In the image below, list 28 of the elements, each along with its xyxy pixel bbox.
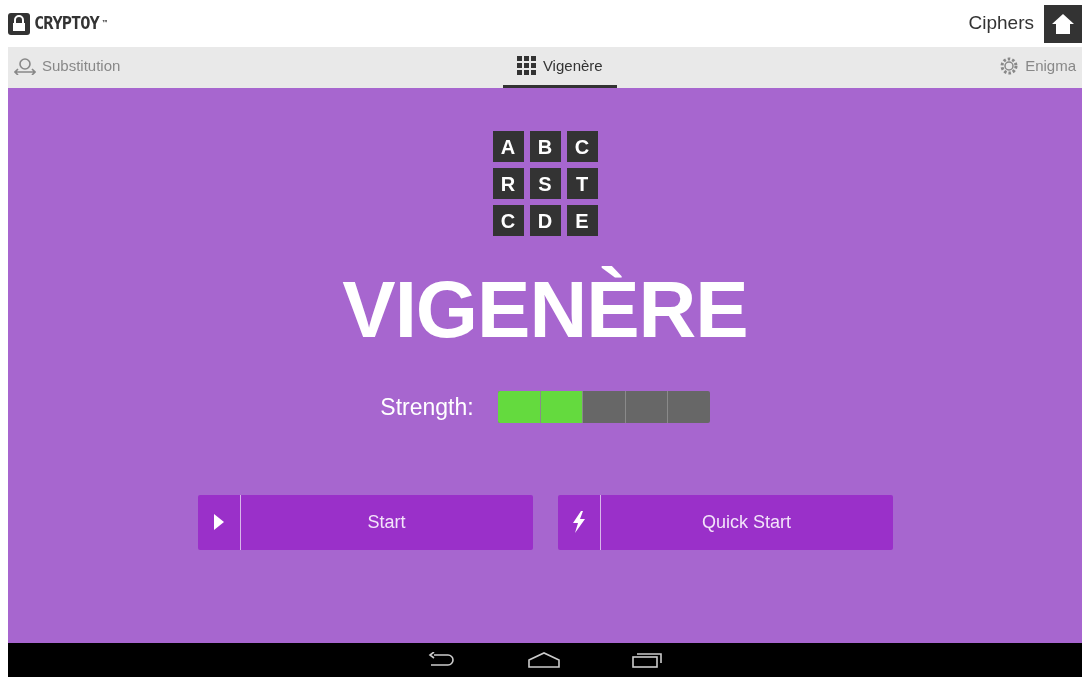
strength-label: Strength:	[380, 393, 474, 422]
letter-tile: C	[566, 131, 598, 162]
screen-title: Ciphers	[968, 11, 1034, 36]
trademark-sign: ™	[102, 17, 107, 30]
recent-apps-icon[interactable]	[632, 652, 662, 668]
letter-tile: A	[492, 131, 524, 162]
letter-tile: T	[566, 168, 598, 199]
lightning-icon	[571, 511, 586, 533]
letter-tile: R	[492, 168, 524, 199]
letter-tile: C	[492, 205, 524, 236]
grid-icon	[516, 56, 537, 76]
house-icon	[1051, 12, 1075, 35]
app-logo: CRYPTOY	[34, 11, 99, 35]
letter-tile: D	[529, 205, 561, 236]
home-button[interactable]	[1044, 4, 1082, 43]
cipher-tab[interactable]: Enigma	[993, 47, 1082, 88]
back-icon[interactable]	[428, 652, 456, 668]
cipher-tab[interactable]: Substitution	[8, 47, 127, 88]
play-icon	[212, 513, 225, 531]
letter-tile: B	[529, 131, 561, 162]
start-button[interactable]: Start	[197, 494, 533, 550]
gear-icon	[999, 56, 1020, 76]
home-icon[interactable]	[528, 652, 560, 668]
start-button[interactable]: Quick Start	[557, 494, 893, 550]
swap-arrows-icon	[14, 57, 36, 75]
letter-tile: E	[566, 205, 598, 236]
letter-tile: S	[529, 168, 561, 199]
lock-icon	[8, 12, 30, 35]
